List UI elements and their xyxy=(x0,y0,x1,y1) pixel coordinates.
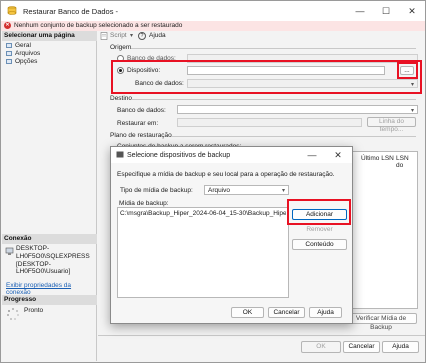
dialog-cancel-button[interactable]: Cancelar xyxy=(268,307,305,318)
destination-database-field[interactable]: ▾ xyxy=(177,105,418,114)
dialog-close-button[interactable]: ✕ xyxy=(325,147,351,163)
title-bar[interactable]: Restaurar Banco de Dados - — ☐ ✕ xyxy=(1,1,425,21)
origin-group-label: Origem xyxy=(110,44,132,51)
add-highlight-box xyxy=(287,199,351,225)
dialog-instruction: Especifique a mídia de backup e seu loca… xyxy=(117,171,335,178)
destination-group-label: Destino xyxy=(110,95,133,102)
restore-to-label: Restaurar em: xyxy=(117,120,159,127)
connection-header: Conexão xyxy=(2,234,97,244)
restore-plan-divider xyxy=(171,136,416,137)
error-message: Nenhum conjunto de backup selecionado a … xyxy=(14,22,183,29)
connection-server: DESKTOP-LH0F5O0\SQLEXPRESS xyxy=(16,245,90,260)
column-header-lsn-do[interactable]: LSN do xyxy=(396,155,417,169)
restore-to-field xyxy=(177,118,362,127)
server-icon xyxy=(5,247,14,255)
database-icon xyxy=(7,6,17,15)
contents-button[interactable]: Conteúdo xyxy=(292,239,347,250)
column-header-last-lsn[interactable]: Último LSN xyxy=(361,155,394,162)
footer-divider xyxy=(98,335,425,336)
media-type-select[interactable]: Arquivo ▾ xyxy=(204,185,289,195)
error-bar: ✕ Nenhum conjunto de backup selecionado … xyxy=(1,21,425,31)
close-button[interactable]: ✕ xyxy=(399,3,425,19)
help-button[interactable]: Ajuda xyxy=(149,32,166,39)
dialog-app-icon xyxy=(116,151,124,158)
origin-divider xyxy=(131,48,416,49)
page-item-label: Opções xyxy=(15,58,38,65)
dialog-title-bar[interactable]: Selecione dispositivos de backup — ✕ xyxy=(111,147,352,163)
remove-media-button[interactable]: Remover xyxy=(292,224,347,235)
backup-media-list[interactable]: C:\msgra\Backup_Hiper_2024-06-04_15-30\B… xyxy=(117,207,289,298)
minimize-button[interactable]: — xyxy=(347,3,373,19)
connection-properties-link[interactable]: Exibir propriedades da conexão xyxy=(6,282,96,296)
connection-user: [DESKTOP-LH0F5O0\Usuario] xyxy=(16,261,71,275)
media-type-value: Arquivo xyxy=(208,187,231,194)
ok-button[interactable]: OK xyxy=(301,341,341,353)
page-item-label: Arquivos xyxy=(15,50,41,57)
timeline-button[interactable]: Linha do tempo... xyxy=(367,117,416,133)
error-icon: ✕ xyxy=(4,22,11,29)
left-pane: Selecionar uma página Geral Arquivos Opç… xyxy=(2,31,97,361)
toolbar: Script ▾ ? Ajuda xyxy=(98,31,425,42)
page-item-options[interactable]: Opções xyxy=(6,58,37,65)
chevron-down-icon: ▾ xyxy=(281,188,285,194)
window-title: Restaurar Banco de Dados - xyxy=(23,7,119,16)
page-icon xyxy=(6,42,12,48)
page-item-label: Geral xyxy=(15,42,31,49)
script-icon xyxy=(100,32,108,40)
dialog-help-button[interactable]: Ajuda xyxy=(309,307,342,318)
help-icon: ? xyxy=(138,32,146,40)
maximize-button[interactable]: ☐ xyxy=(373,3,399,19)
backup-media-item[interactable]: C:\msgra\Backup_Hiper_2024-06-04_15-30\B… xyxy=(120,210,286,217)
page-icon xyxy=(6,58,12,64)
progress-status: Pronto xyxy=(24,307,44,314)
select-backup-devices-dialog: Selecione dispositivos de backup — ✕ Esp… xyxy=(110,146,353,324)
select-page-header: Selecionar uma página xyxy=(2,31,97,41)
destination-divider xyxy=(131,99,416,100)
device-highlight-box xyxy=(111,60,422,94)
dialog-minimize-button[interactable]: — xyxy=(299,147,325,163)
media-label: Mídia de backup: xyxy=(119,200,169,207)
page-item-general[interactable]: Geral xyxy=(6,42,31,49)
media-type-label: Tipo de mídia de backup: xyxy=(120,187,193,194)
page-icon xyxy=(6,50,12,56)
cancel-button[interactable]: Cancelar xyxy=(343,341,380,353)
chevron-down-icon: ▾ xyxy=(410,108,414,114)
help-footer-button[interactable]: Ajuda xyxy=(382,341,419,353)
verify-media-button[interactable]: Verificar Mídia de Backup xyxy=(345,313,417,331)
script-button[interactable]: Script xyxy=(110,32,127,39)
progress-header: Progresso xyxy=(2,295,97,305)
script-dropdown-icon[interactable]: ▾ xyxy=(130,32,133,39)
destination-database-label: Banco de dados: xyxy=(117,107,166,114)
dialog-ok-button[interactable]: OK xyxy=(231,307,264,318)
browse-highlight-box xyxy=(397,62,418,79)
progress-spinner-icon xyxy=(7,308,19,320)
page-item-files[interactable]: Arquivos xyxy=(6,50,40,57)
restore-plan-group-label: Plano de restauração xyxy=(110,132,172,139)
dialog-title: Selecione dispositivos de backup xyxy=(127,152,231,159)
